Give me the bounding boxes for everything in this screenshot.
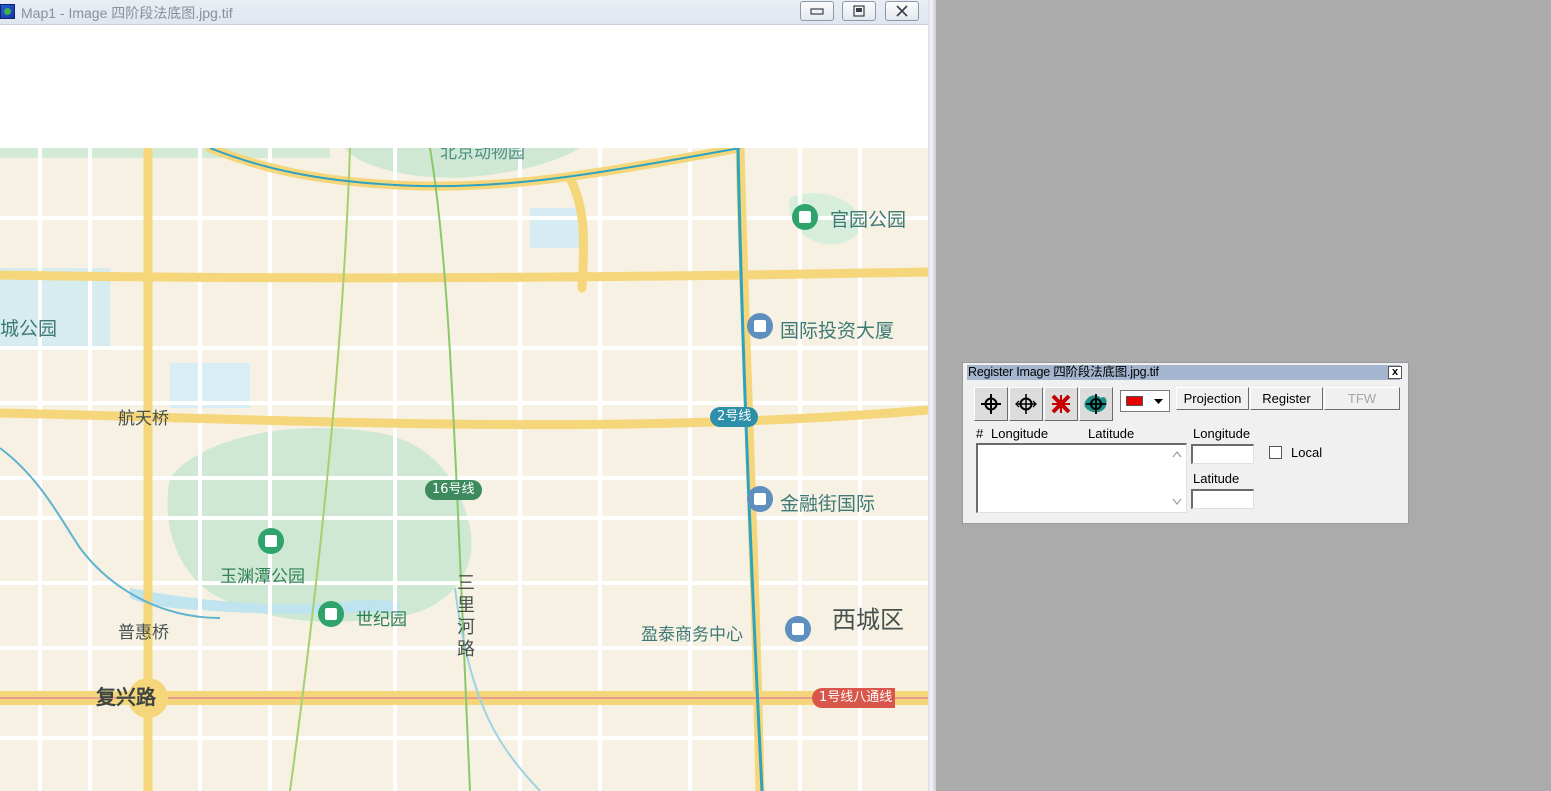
color-swatch	[1126, 396, 1143, 406]
list-scrollbar[interactable]	[1168, 445, 1186, 512]
yingtai-center-label[interactable]: 盈泰商务中心	[641, 620, 743, 645]
color-picker[interactable]	[1120, 390, 1170, 412]
register-close-button[interactable]: x	[1388, 366, 1402, 379]
projection-button[interactable]: Projection	[1176, 387, 1249, 410]
map-window-title: Map1 - Image 四阶段法底图.jpg.tif	[21, 5, 233, 21]
column-header-number: #	[976, 426, 984, 441]
control-points-list[interactable]	[976, 443, 1187, 513]
yuyuantan-park-label[interactable]: 玉渊潭公园	[220, 562, 305, 587]
register-dialog-title: Register Image 四阶段法底图.jpg.tif	[968, 365, 1159, 379]
add-point-icon	[981, 394, 1001, 414]
guanyuan-park-label[interactable]: 官园公园	[830, 205, 906, 232]
move-point-button[interactable]	[1009, 387, 1043, 421]
xicheng-district-label[interactable]: 西城区	[832, 600, 904, 635]
park-pin-icon[interactable]	[258, 528, 284, 554]
zoom-point-button[interactable]	[1079, 387, 1113, 421]
metro-line-16-badge[interactable]: 16号线	[425, 480, 482, 500]
minimize-icon	[810, 8, 824, 15]
minimize-button[interactable]	[800, 1, 834, 21]
building-pin-icon[interactable]	[747, 313, 773, 339]
building-pin-icon[interactable]	[747, 486, 773, 512]
delete-point-icon	[1051, 394, 1071, 414]
tfw-button[interactable]: TFW	[1324, 387, 1400, 410]
intl-investment-tower-label[interactable]: 国际投资大厦	[780, 316, 894, 343]
chevron-down-icon	[1154, 399, 1163, 404]
building-pin-icon[interactable]	[785, 616, 811, 642]
delete-point-button[interactable]	[1044, 387, 1078, 421]
park-left-label[interactable]: 城公园	[0, 314, 57, 341]
map-titlebar[interactable]: Map1 - Image 四阶段法底图.jpg.tif	[0, 0, 928, 25]
financial-street-label[interactable]: 金融街国际	[780, 489, 875, 516]
park-pin-icon[interactable]	[318, 601, 344, 627]
register-image-dialog: Register Image 四阶段法底图.jpg.tif x Projecti…	[962, 362, 1409, 524]
longitude-input[interactable]	[1191, 444, 1254, 464]
close-icon	[896, 5, 908, 17]
local-checkbox[interactable]	[1269, 446, 1282, 459]
zoo-label-partial: 北京动物园	[440, 148, 525, 163]
map-window-border	[928, 0, 936, 791]
zoom-point-icon	[1084, 394, 1107, 414]
restore-button[interactable]	[842, 1, 876, 21]
puhui-bridge-label[interactable]: 普惠桥	[118, 618, 169, 643]
park-pin-icon[interactable]	[792, 204, 818, 230]
world-park-label[interactable]: 世纪园	[356, 605, 407, 630]
longitude-field-label: Longitude	[1193, 426, 1251, 441]
add-point-button[interactable]	[974, 387, 1008, 421]
local-checkbox-label[interactable]: Local	[1291, 445, 1322, 460]
restore-icon	[853, 5, 865, 17]
sanlihe-road-label[interactable]: 三 里 河 路	[457, 573, 475, 661]
hangtian-bridge-label[interactable]: 航天桥	[118, 404, 169, 429]
move-point-icon	[1015, 394, 1037, 414]
latitude-field-label: Latitude	[1193, 471, 1240, 486]
close-button[interactable]	[885, 1, 919, 21]
metro-line-1-badge[interactable]: 1号线八通线	[812, 688, 896, 708]
register-dialog-titlebar[interactable]: Register Image 四阶段法底图.jpg.tif x	[967, 365, 1402, 380]
map-canvas[interactable]: 北京动物园 官园公园 国际投资大厦 城公园 航天桥 2号线 16号线 金融街国际…	[0, 148, 928, 791]
column-header-longitude: Longitude	[991, 426, 1049, 441]
map-window: Map1 - Image 四阶段法底图.jpg.tif 北京动物园 官园公园 国…	[0, 0, 928, 791]
fuxing-road-label[interactable]: 复兴路	[96, 681, 156, 710]
column-header-latitude: Latitude	[1088, 426, 1135, 441]
metro-line-2-badge[interactable]: 2号线	[710, 407, 759, 427]
latitude-input[interactable]	[1191, 489, 1254, 509]
scroll-arrows-icon	[1172, 450, 1182, 506]
map-blank-area	[0, 25, 928, 148]
app-icon[interactable]	[0, 4, 15, 19]
register-button[interactable]: Register	[1250, 387, 1323, 410]
